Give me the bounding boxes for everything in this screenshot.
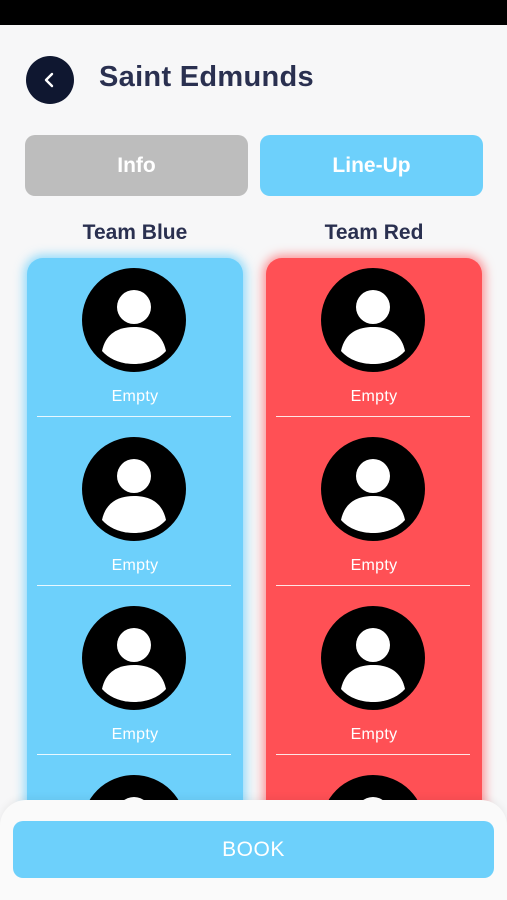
divider	[276, 416, 470, 417]
page-title: Saint Edmunds	[99, 61, 314, 93]
chevron-left-icon	[44, 72, 54, 88]
tab-line-up[interactable]: Line-Up	[260, 135, 483, 196]
divider	[37, 416, 231, 417]
divider	[276, 754, 470, 755]
team-blue-list: Empty Empty Empty	[27, 258, 243, 858]
back-button[interactable]	[26, 56, 74, 104]
slot-label: Empty	[111, 388, 159, 405]
slot-label: Empty	[350, 557, 398, 574]
book-button[interactable]: BOOK	[13, 821, 494, 878]
avatar-placeholder-icon	[82, 606, 186, 710]
slot-label: Empty	[350, 726, 398, 743]
divider	[37, 585, 231, 586]
status-bar	[0, 0, 507, 25]
team-red-title: Team Red	[324, 221, 424, 244]
divider	[37, 754, 231, 755]
avatar-placeholder-icon	[321, 268, 425, 372]
avatar-placeholder-icon	[82, 437, 186, 541]
tab-info[interactable]: Info	[25, 135, 248, 196]
team-blue-slot-1[interactable]: Empty	[27, 258, 243, 427]
avatar-placeholder-icon	[82, 268, 186, 372]
team-red-list: Empty Empty Empty	[266, 258, 482, 858]
team-blue-slot-2[interactable]: Empty	[27, 427, 243, 596]
slot-label: Empty	[111, 557, 159, 574]
slot-label: Empty	[350, 388, 398, 405]
slot-label: Empty	[111, 726, 159, 743]
header: Saint Edmunds	[0, 25, 507, 135]
avatar-placeholder-icon	[321, 437, 425, 541]
team-red-slot-1[interactable]: Empty	[266, 258, 482, 427]
team-red-slot-2[interactable]: Empty	[266, 427, 482, 596]
team-red-slot-3[interactable]: Empty	[266, 596, 482, 765]
tab-bar: Info Line-Up	[25, 135, 483, 196]
team-blue-slot-3[interactable]: Empty	[27, 596, 243, 765]
divider	[276, 585, 470, 586]
bottom-action-sheet: BOOK	[0, 800, 507, 900]
team-blue-title: Team Blue	[82, 221, 188, 244]
avatar-placeholder-icon	[321, 606, 425, 710]
